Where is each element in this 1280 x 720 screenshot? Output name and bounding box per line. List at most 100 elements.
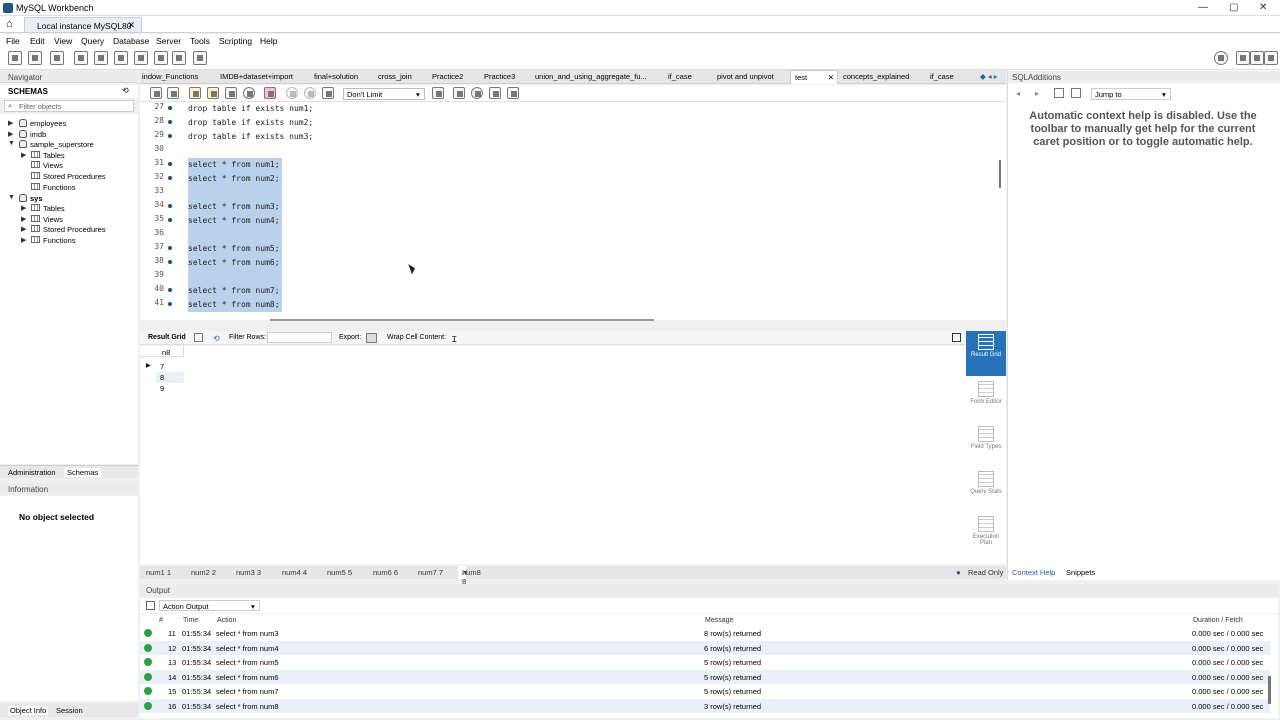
home-icon[interactable]: ⌂ xyxy=(6,18,13,30)
output-scrollbar[interactable] xyxy=(1268,676,1271,704)
grid-icon[interactable] xyxy=(194,333,203,342)
output-row[interactable]: 11 01:55:34 select * from num3 8 row(s) ret… xyxy=(140,626,1270,640)
code-line[interactable]: 41 select * from num8; xyxy=(140,298,1006,312)
collapse-arrow-icon[interactable]: ▼ xyxy=(8,140,15,147)
output-row[interactable]: 14 01:55:34 select * from num6 5 row(s) ret… xyxy=(140,669,1270,684)
tab-query[interactable]: if_case xyxy=(930,72,954,81)
tab-scroll-icon[interactable]: ◆ ◂ ▸ xyxy=(980,72,997,81)
filter-objects-input[interactable]: ⌕ Filter objects xyxy=(4,100,134,112)
commit-icon[interactable] xyxy=(286,87,298,99)
menu-tools[interactable]: Tools xyxy=(190,36,210,46)
open-sql-script-icon[interactable] xyxy=(28,51,42,65)
form-editor-button[interactable]: Form Editor xyxy=(966,381,1006,405)
close-window-icon[interactable]: ✕ xyxy=(1259,2,1267,13)
save-icon[interactable] xyxy=(167,87,179,99)
create-schema-icon[interactable] xyxy=(74,51,88,65)
code-line[interactable]: 39 xyxy=(140,270,1006,284)
result-grid-button[interactable]: Result Grid xyxy=(966,331,1006,376)
jump-to-select[interactable]: Jump to ▾ xyxy=(1091,88,1171,100)
code-line[interactable]: 38 select * from num6; xyxy=(140,256,1006,270)
beautify-icon[interactable] xyxy=(453,87,465,99)
tree-item-employees[interactable]: employees xyxy=(30,119,66,128)
result-tab[interactable]: num2 2 xyxy=(191,568,216,577)
wrap-icon[interactable]: Ɪ xyxy=(452,334,456,345)
create-table-icon[interactable] xyxy=(94,51,108,65)
tab-session[interactable]: Session xyxy=(56,706,83,715)
connection-tab[interactable]: Local instance MySQL80 ✕ xyxy=(24,17,142,33)
wrap-lines-icon[interactable] xyxy=(507,87,519,99)
expand-arrow-icon[interactable]: ▶ xyxy=(21,204,26,212)
collapse-arrow-icon[interactable]: ▼ xyxy=(8,194,15,201)
tab-query[interactable]: if_case xyxy=(668,72,692,81)
result-tab[interactable]: num3 3 xyxy=(236,568,261,577)
code-line[interactable]: 28 drop table if exists num2; xyxy=(140,116,1006,130)
tab-context-help[interactable]: Context Help xyxy=(1012,568,1056,577)
tree-item-views[interactable]: Views xyxy=(43,161,63,170)
tab-administration[interactable]: Administration xyxy=(8,468,56,477)
code-line[interactable]: 35 select * from num4; xyxy=(140,214,1006,228)
tree-item-tables[interactable]: Tables xyxy=(43,151,65,160)
create-view-icon[interactable] xyxy=(114,51,128,65)
output-row[interactable]: 13 01:55:34 select * from num5 5 row(s) ret… xyxy=(140,655,1270,669)
code-line[interactable]: 37 select * from num5; xyxy=(140,242,1006,256)
grid-cell[interactable]: 8 xyxy=(160,373,164,382)
find-icon[interactable] xyxy=(471,87,483,99)
menu-server[interactable]: Server xyxy=(156,36,181,46)
auto-help-icon[interactable] xyxy=(1071,88,1081,98)
menu-edit[interactable]: Edit xyxy=(30,36,45,46)
menu-scripting[interactable]: Scripting xyxy=(219,36,252,46)
tab-snippets[interactable]: Snippets xyxy=(1066,568,1095,577)
tab-query[interactable]: cross_join xyxy=(378,72,412,81)
result-tab-active[interactable]: num8 8 ✕ xyxy=(458,566,481,586)
grid-cell[interactable]: 7 xyxy=(160,362,164,371)
limit-rows-select[interactable]: Don't Limit ▾ xyxy=(343,88,425,100)
refresh-icon[interactable]: ⟲ xyxy=(122,86,129,95)
horizontal-scrollbar[interactable] xyxy=(270,319,654,321)
bookmark-icon[interactable] xyxy=(432,87,444,99)
tree-item-tables[interactable]: Tables xyxy=(43,204,65,213)
tab-query[interactable]: concepts_explained xyxy=(843,72,909,81)
tree-item-sample-superstore[interactable]: sample_superstore xyxy=(30,140,94,149)
output-row[interactable]: 15 01:55:34 select * from num7 5 row(s) ret… xyxy=(140,684,1270,698)
code-line[interactable]: 30 xyxy=(140,144,1006,158)
expand-arrow-icon[interactable]: ▶ xyxy=(8,119,13,127)
code-line[interactable]: 33 xyxy=(140,186,1006,200)
rollback-icon[interactable] xyxy=(304,87,316,99)
field-types-button[interactable]: Field Types xyxy=(966,426,1006,450)
forward-arrow-icon[interactable]: ▸ xyxy=(1035,89,1039,98)
query-stats-button[interactable]: Query Stats xyxy=(966,471,1006,495)
tab-query[interactable]: Practice3 xyxy=(484,72,515,81)
result-tab[interactable]: num6 6 xyxy=(373,568,398,577)
column-header-n8[interactable]: n8 xyxy=(162,348,170,357)
toggle-panel-icon[interactable] xyxy=(952,333,961,342)
tree-item-sys[interactable]: sys xyxy=(30,194,43,203)
grid-cell[interactable]: 9 xyxy=(160,384,164,393)
tab-query[interactable]: union_and_using_aggregate_fu... xyxy=(535,72,647,81)
tree-item-functions[interactable]: Functions xyxy=(43,183,76,192)
create-function-icon[interactable] xyxy=(154,51,168,65)
autocommit-icon[interactable] xyxy=(322,87,334,99)
settings-icon[interactable] xyxy=(1214,51,1228,65)
code-line[interactable]: 40 select * from num7; xyxy=(140,284,1006,298)
tab-query[interactable]: pivot and unpivot xyxy=(717,72,774,81)
tree-item-stored-procedures[interactable]: Stored Procedures xyxy=(43,172,106,181)
execution-plan-button[interactable]: Execution Plan xyxy=(966,516,1006,546)
tree-item-views[interactable]: Views xyxy=(43,215,63,224)
tab-schemas[interactable]: Schemas xyxy=(64,468,102,477)
close-icon[interactable]: ✕ xyxy=(127,20,135,31)
invisible-chars-icon[interactable] xyxy=(489,87,501,99)
filter-rows-input[interactable] xyxy=(267,332,332,343)
expand-arrow-icon[interactable]: ▶ xyxy=(21,215,26,223)
menu-help[interactable]: Help xyxy=(260,36,277,46)
toggle-secondary-sidebar-icon[interactable] xyxy=(1264,51,1278,65)
minimize-icon[interactable]: — xyxy=(1198,2,1208,13)
expand-arrow-icon[interactable]: ▶ xyxy=(8,130,13,138)
action-output-select[interactable]: Action Output ▾ xyxy=(159,600,260,611)
explain-icon[interactable] xyxy=(225,87,237,99)
execute-icon[interactable] xyxy=(189,87,201,99)
tab-object-info[interactable]: Object Info xyxy=(8,706,49,715)
tab-query[interactable]: IMDB+dataset+import xyxy=(220,72,293,81)
refresh-icon[interactable]: ⟲ xyxy=(213,334,220,343)
menu-database[interactable]: Database xyxy=(113,36,149,46)
reconnect-icon[interactable] xyxy=(193,51,207,65)
